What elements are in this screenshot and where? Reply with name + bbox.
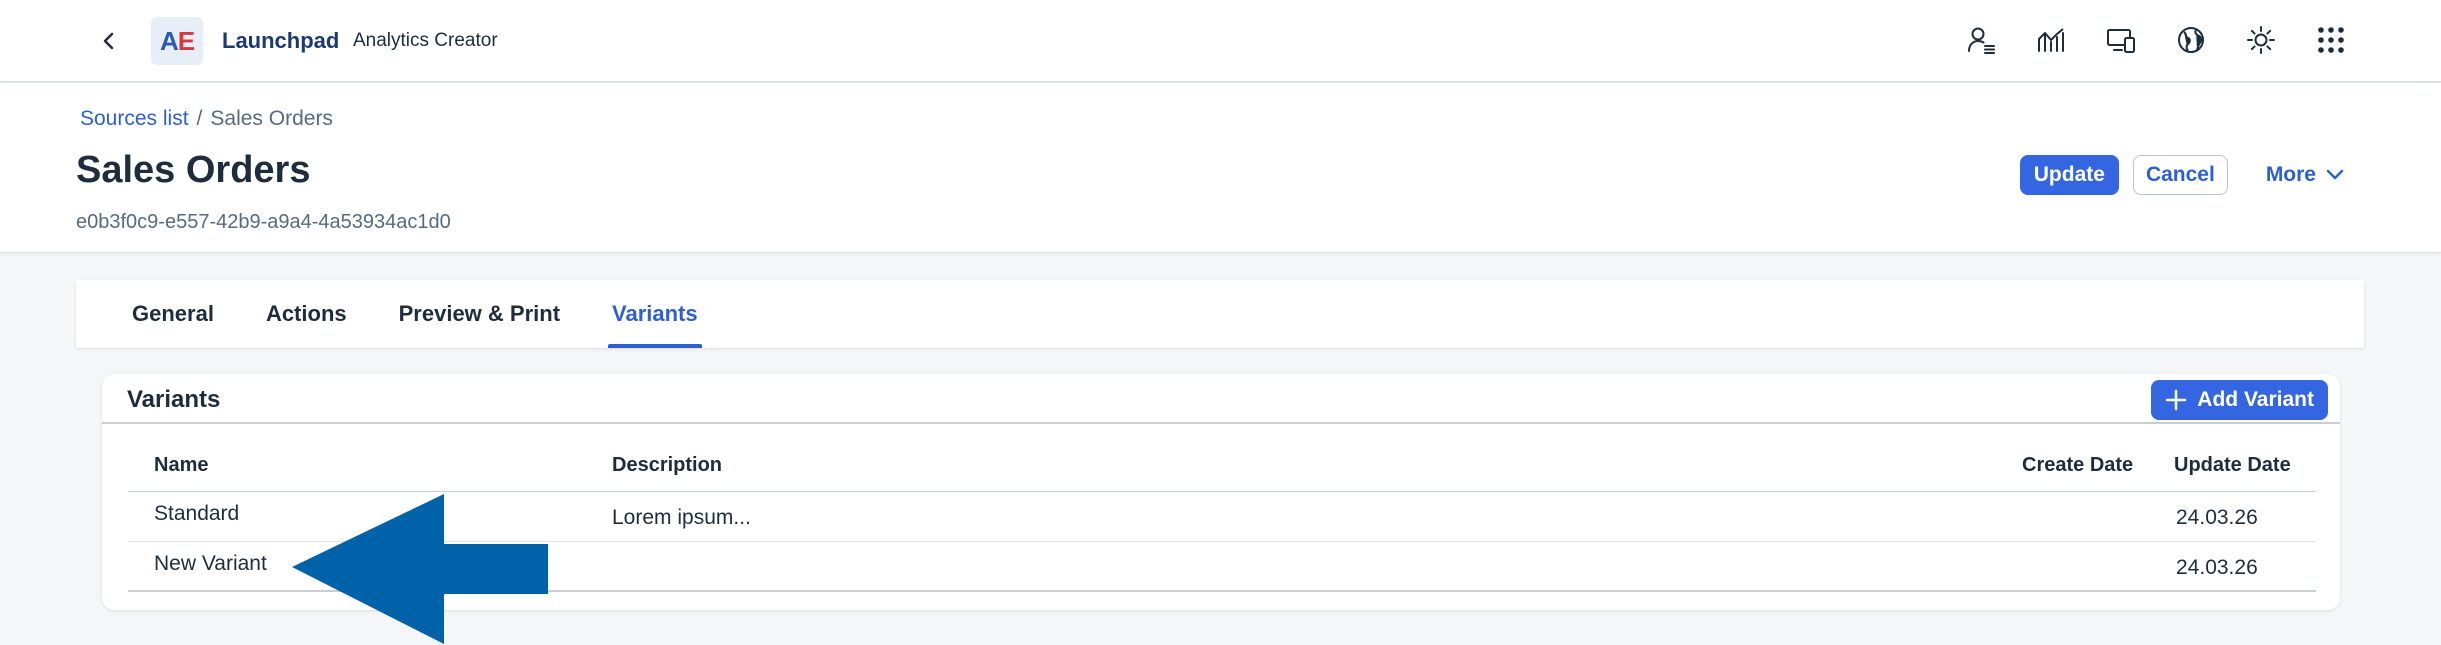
add-variant-button[interactable]: Add Variant (2151, 380, 2328, 420)
app-grid-button[interactable] (2311, 20, 2351, 60)
shell-actions (1961, 20, 2351, 60)
variant-description: Lorem ipsum... (612, 506, 751, 529)
devices-icon (2107, 29, 2135, 53)
column-header-description[interactable]: Description (612, 454, 722, 477)
tab-actions[interactable]: Actions (266, 280, 347, 348)
cancel-button[interactable]: Cancel (2132, 155, 2228, 195)
analytics-button[interactable] (2031, 20, 2071, 60)
column-header-create-date[interactable]: Create Date (2022, 454, 2133, 477)
breadcrumb-sources-list[interactable]: Sources list (80, 107, 189, 131)
back-button[interactable] (92, 24, 126, 58)
plus-icon (2166, 389, 2187, 411)
globe-icon (2178, 27, 2204, 53)
add-variant-label: Add Variant (2197, 388, 2314, 411)
more-label: More (2265, 163, 2316, 186)
object-header: Sources list / Sales Orders Sales Orders… (0, 83, 2441, 253)
tab-preview-print[interactable]: Preview & Print (399, 280, 560, 348)
column-header-update-date[interactable]: Update Date (2174, 454, 2291, 477)
app-grid-icon (2318, 27, 2344, 53)
chevron-left-icon (103, 32, 114, 50)
app-logo[interactable]: AE (151, 17, 203, 65)
theme-icon (2247, 26, 2275, 54)
variant-name: Standard (154, 502, 240, 525)
breadcrumb-separator: / (196, 107, 203, 130)
variants-toolbar: Variants Add Variant (102, 374, 2340, 424)
update-button[interactable]: Update (2019, 155, 2119, 195)
devices-button[interactable] (2101, 20, 2141, 60)
shell-bar: AE Launchpad Analytics Creator (0, 0, 2441, 82)
table-row[interactable]: New Variant 24.03.26 (128, 542, 2316, 592)
language-button[interactable] (2171, 20, 2211, 60)
page-title: Sales Orders (76, 149, 311, 191)
more-button[interactable]: More (2254, 155, 2356, 195)
user-settings-icon (1968, 27, 1995, 54)
app-title[interactable]: Launchpad (222, 28, 339, 54)
analytics-icon (2038, 28, 2064, 52)
column-header-name[interactable]: Name (154, 454, 208, 477)
chevron-down-icon (2326, 169, 2344, 180)
table-row[interactable]: Standard Lorem ipsum... 24.03.26 (128, 492, 2316, 542)
breadcrumb: Sources list / Sales Orders (80, 107, 333, 131)
table-header: Name Description Create Date Update Date (128, 438, 2316, 492)
breadcrumb-current: Sales Orders (210, 107, 333, 130)
variant-name: New Variant (154, 552, 267, 575)
theme-button[interactable] (2241, 20, 2281, 60)
variant-update-date: 24.03.26 (2176, 556, 2258, 579)
variant-update-date: 24.03.26 (2176, 506, 2258, 529)
variants-table: Name Description Create Date Update Date… (128, 438, 2316, 592)
variants-panel: Variants Add Variant Name Description Cr… (102, 374, 2340, 610)
variants-title: Variants (127, 386, 221, 413)
header-actions: Update Cancel More (2019, 155, 2356, 195)
tab-general[interactable]: General (132, 280, 214, 348)
object-id: e0b3f0c9-e557-42b9-a9a4-4a53934ac1d0 (76, 211, 451, 233)
tab-bar: General Actions Preview & Print Variants (76, 280, 2364, 348)
tab-variants[interactable]: Variants (608, 280, 702, 348)
app-subtitle: Analytics Creator (353, 30, 498, 51)
user-settings-button[interactable] (1961, 20, 2001, 60)
